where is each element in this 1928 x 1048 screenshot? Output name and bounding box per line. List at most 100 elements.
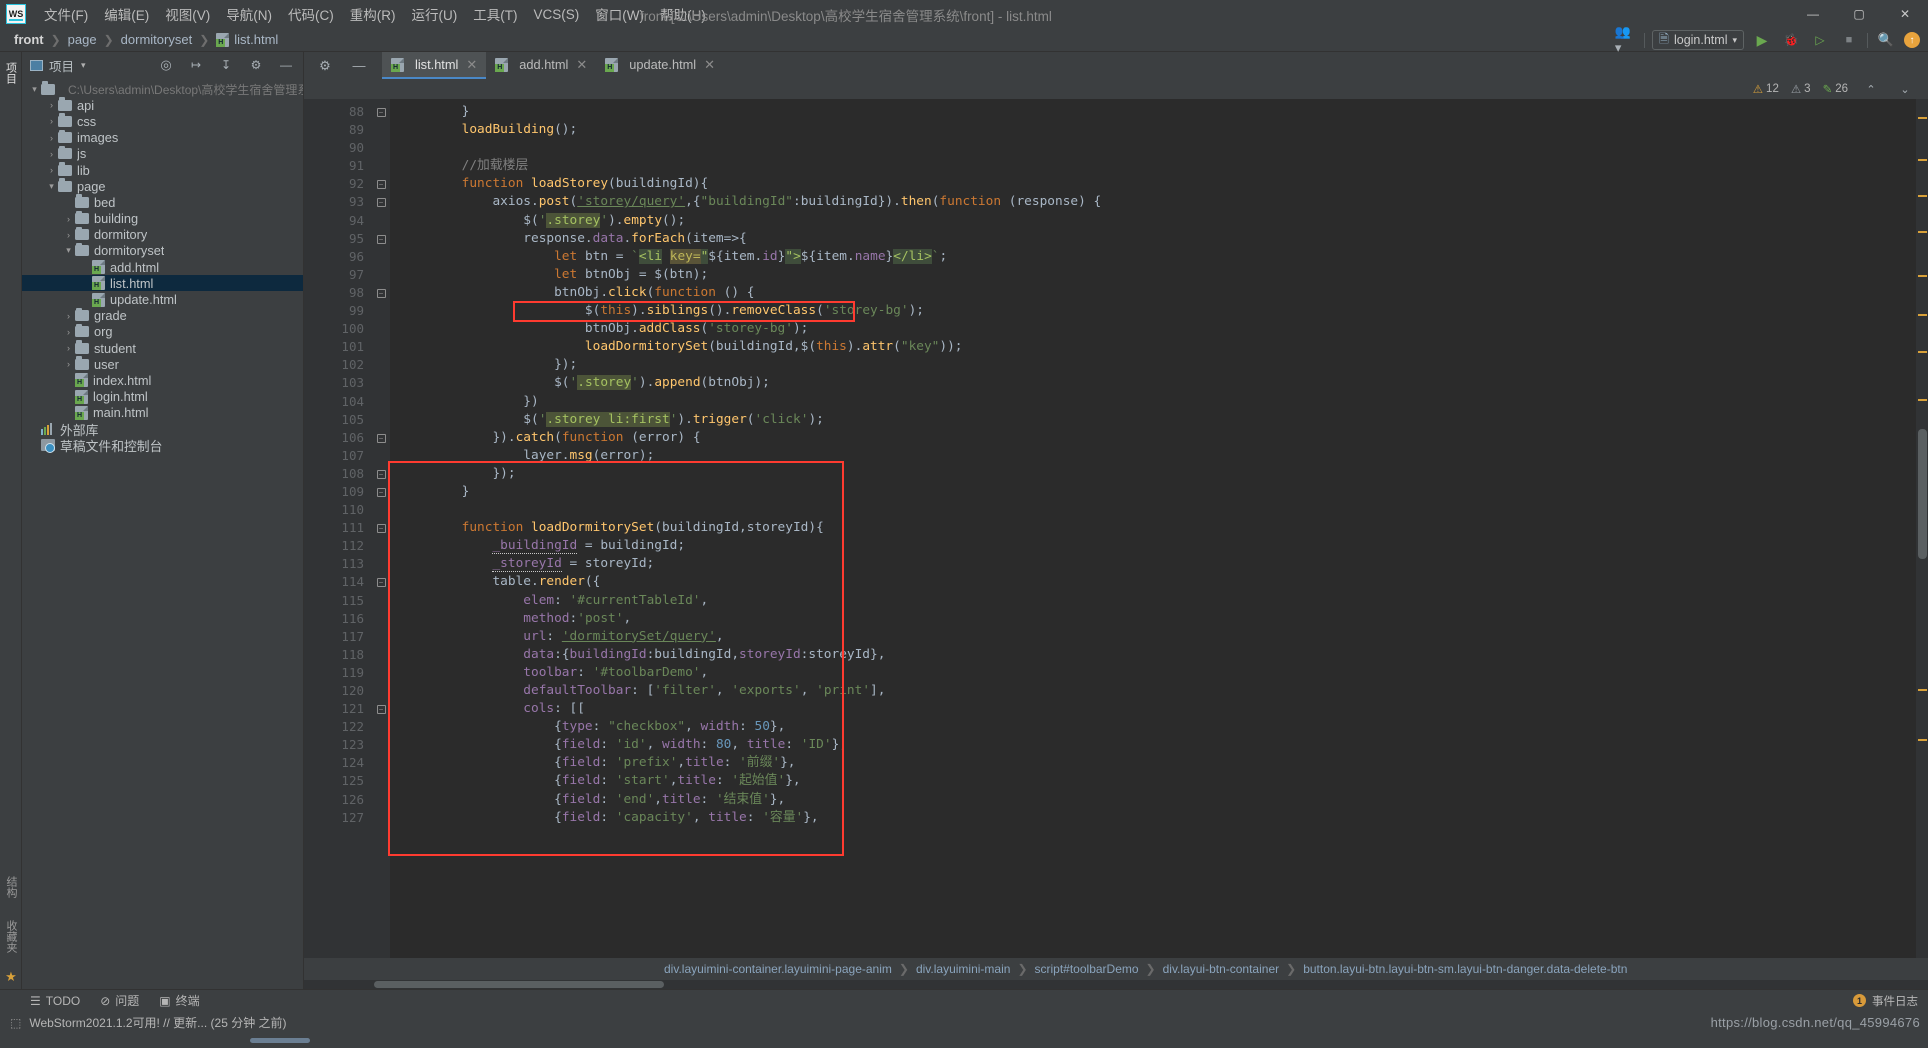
chevron-up-icon[interactable]: ⌃ (1860, 79, 1882, 99)
fold-toggle-icon[interactable]: − (372, 429, 390, 447)
code-line[interactable]: let btnObj = $(btn); (390, 266, 1916, 284)
tree-node-css[interactable]: › css (22, 113, 303, 129)
stop-button[interactable]: ■ (1838, 30, 1860, 50)
editor-tab-update-html[interactable]: update.html ✕ (596, 52, 724, 79)
chevron-right-icon[interactable]: › (28, 440, 41, 450)
code-line[interactable]: {field: 'end',title: '结束值'}, (390, 791, 1916, 809)
tree-node-update-html[interactable]: › update.html (22, 291, 303, 307)
tree-node-student[interactable]: › student (22, 340, 303, 356)
tree-node-js[interactable]: › js (22, 145, 303, 162)
tree-node-api[interactable]: › api (22, 97, 303, 113)
tree-node-bed[interactable]: › bed (22, 194, 303, 210)
menu-code[interactable]: 代码(C) (280, 1, 342, 27)
code-line[interactable]: btnObj.click(function () { (390, 284, 1916, 302)
code-line[interactable]: function loadDormitorySet(buildingId,sto… (390, 519, 1916, 537)
tree-node-user[interactable]: › user (22, 356, 303, 372)
tree-node----[interactable]: ›外部库 (22, 421, 303, 438)
user-avatar-icon[interactable]: 👥▾ (1615, 24, 1637, 55)
tree-node-lib[interactable]: › lib (22, 162, 303, 178)
coverage-button[interactable]: ▷ (1809, 30, 1831, 50)
tool-terminal[interactable]: ▣ 终端 (159, 992, 199, 1009)
menu-run[interactable]: 运行(U) (404, 1, 466, 27)
breadcrumb-item-list-html[interactable]: list.html (216, 32, 278, 47)
chevron-down-icon[interactable]: ▾ (28, 84, 41, 95)
editor-tab-add-html[interactable]: add.html ✕ (486, 52, 596, 79)
tree-node-dormitoryset[interactable]: ▾ dormitoryset (22, 242, 303, 259)
menu-refactor[interactable]: 重构(R) (342, 1, 404, 27)
collapse-icon[interactable]: — (348, 56, 370, 76)
code-line[interactable]: }) (390, 393, 1916, 411)
menu-navigate[interactable]: 导航(N) (218, 1, 280, 27)
chevron-down-icon[interactable]: ▾ (45, 181, 58, 192)
tree-node-login-html[interactable]: › login.html (22, 389, 303, 405)
breadcrumb-item-dormitoryset[interactable]: dormitoryset (121, 32, 193, 47)
chevron-right-icon[interactable]: › (62, 327, 75, 337)
editor-tab-list-html[interactable]: list.html ✕ (382, 52, 487, 79)
vertical-scrollbar[interactable] (1918, 429, 1927, 559)
run-button[interactable]: ▶ (1751, 30, 1773, 50)
menu-tools[interactable]: 工具(T) (465, 1, 525, 27)
structure-crumb-2[interactable]: script#toolbarDemo (1035, 962, 1139, 976)
code-line[interactable]: {field: 'id', width: 80, title: 'ID'}, (390, 736, 1916, 754)
chevron-down-icon[interactable]: ▾ (62, 245, 75, 256)
fold-toggle-icon[interactable]: − (372, 284, 390, 302)
code-line[interactable]: cols: [[ (390, 700, 1916, 718)
code-line[interactable]: } (390, 483, 1916, 501)
menu-view[interactable]: 视图(V) (157, 1, 218, 27)
inspection-chip-2[interactable]: ✎ 26 (1823, 82, 1848, 96)
chevron-right-icon[interactable]: › (62, 343, 75, 353)
code-line[interactable]: $('.storey').append(btnObj); (390, 374, 1916, 392)
fold-toggle-icon[interactable]: − (372, 230, 390, 248)
update-icon[interactable]: ↑ (1904, 32, 1920, 48)
code-line[interactable]: axios.post('storey/query',{"buildingId":… (390, 193, 1916, 211)
chevron-right-icon[interactable]: › (79, 278, 92, 288)
gear-icon[interactable]: ⚙ (314, 56, 336, 76)
minimize-button[interactable]: — (1790, 0, 1836, 28)
favorites-star-icon[interactable]: ★ (5, 969, 17, 985)
locate-file-icon[interactable]: ◎ (155, 55, 177, 75)
code-line[interactable]: {field: 'start',title: '起始值'}, (390, 772, 1916, 790)
chevron-right-icon[interactable]: › (28, 424, 41, 434)
tree-node-front[interactable]: ▾frontC:\Users\admin\Desktop\高校学生宿舍管理系 (22, 81, 303, 97)
tree-node-dormitory[interactable]: › dormitory (22, 226, 303, 243)
close-tab-icon[interactable]: ✕ (466, 57, 477, 73)
code-line[interactable]: $('.storey').empty(); (390, 212, 1916, 230)
code-line[interactable]: method:'post', (390, 610, 1916, 628)
menu-file[interactable]: 文件(F) (36, 1, 96, 27)
code-line[interactable]: }).catch(function (error) { (390, 429, 1916, 447)
source-code[interactable]: } loadBuilding(); //加载楼层 function loadSt… (390, 99, 1916, 958)
code-line[interactable]: _storeyId = storeyId; (390, 555, 1916, 573)
code-line[interactable]: }); (390, 356, 1916, 374)
horizontal-scrollbar-track[interactable] (304, 980, 1928, 989)
search-icon[interactable]: 🔍 (1875, 30, 1897, 50)
code-line[interactable]: layer.msg(error); (390, 447, 1916, 465)
code-line[interactable]: _buildingId = buildingId; (390, 537, 1916, 555)
fold-toggle-icon[interactable]: − (372, 175, 390, 193)
code-line[interactable]: loadDormitorySet(buildingId,$(this).attr… (390, 338, 1916, 356)
code-line[interactable]: {field: 'capacity', title: '容量'}, (390, 809, 1916, 827)
event-log-group[interactable]: 1 事件日志 (1853, 993, 1918, 1009)
tree-node-add-html[interactable]: › add.html (22, 259, 303, 275)
tool-problems[interactable]: ⊘ 问题 (100, 992, 139, 1009)
fold-toggle-icon[interactable]: − (372, 700, 390, 718)
code-line[interactable]: {type: "checkbox", width: 50}, (390, 718, 1916, 736)
chevron-right-icon[interactable]: › (62, 392, 75, 402)
tree-node---------[interactable]: › 草稿文件和控制台 (22, 437, 303, 454)
code-line[interactable]: {field: 'prefix',title: '前缀'}, (390, 754, 1916, 772)
error-marker-strip[interactable] (1916, 99, 1928, 958)
collapse-all-icon[interactable]: ↧ (215, 55, 237, 75)
breadcrumb-item-front[interactable]: front (14, 32, 44, 47)
tool-todo[interactable]: ☰ TODO (30, 994, 80, 1008)
code-line[interactable]: response.data.forEach(item=>{ (390, 230, 1916, 248)
chevron-right-icon[interactable]: › (79, 295, 92, 305)
horizontal-scrollbar[interactable] (374, 981, 664, 988)
fold-toggle-icon[interactable]: − (372, 465, 390, 483)
tree-node-index-html[interactable]: › index.html (22, 372, 303, 388)
chevron-right-icon[interactable]: › (62, 197, 75, 207)
structure-crumb-0[interactable]: div.layuimini-container.layuimini-page-a… (664, 962, 892, 976)
chevron-right-icon[interactable]: › (62, 214, 75, 224)
chevron-down-icon[interactable]: ▾ (81, 60, 86, 71)
code-line[interactable]: toolbar: '#toolbarDemo', (390, 664, 1916, 682)
chevron-right-icon[interactable]: › (79, 262, 92, 272)
chevron-right-icon[interactable]: › (62, 359, 75, 369)
